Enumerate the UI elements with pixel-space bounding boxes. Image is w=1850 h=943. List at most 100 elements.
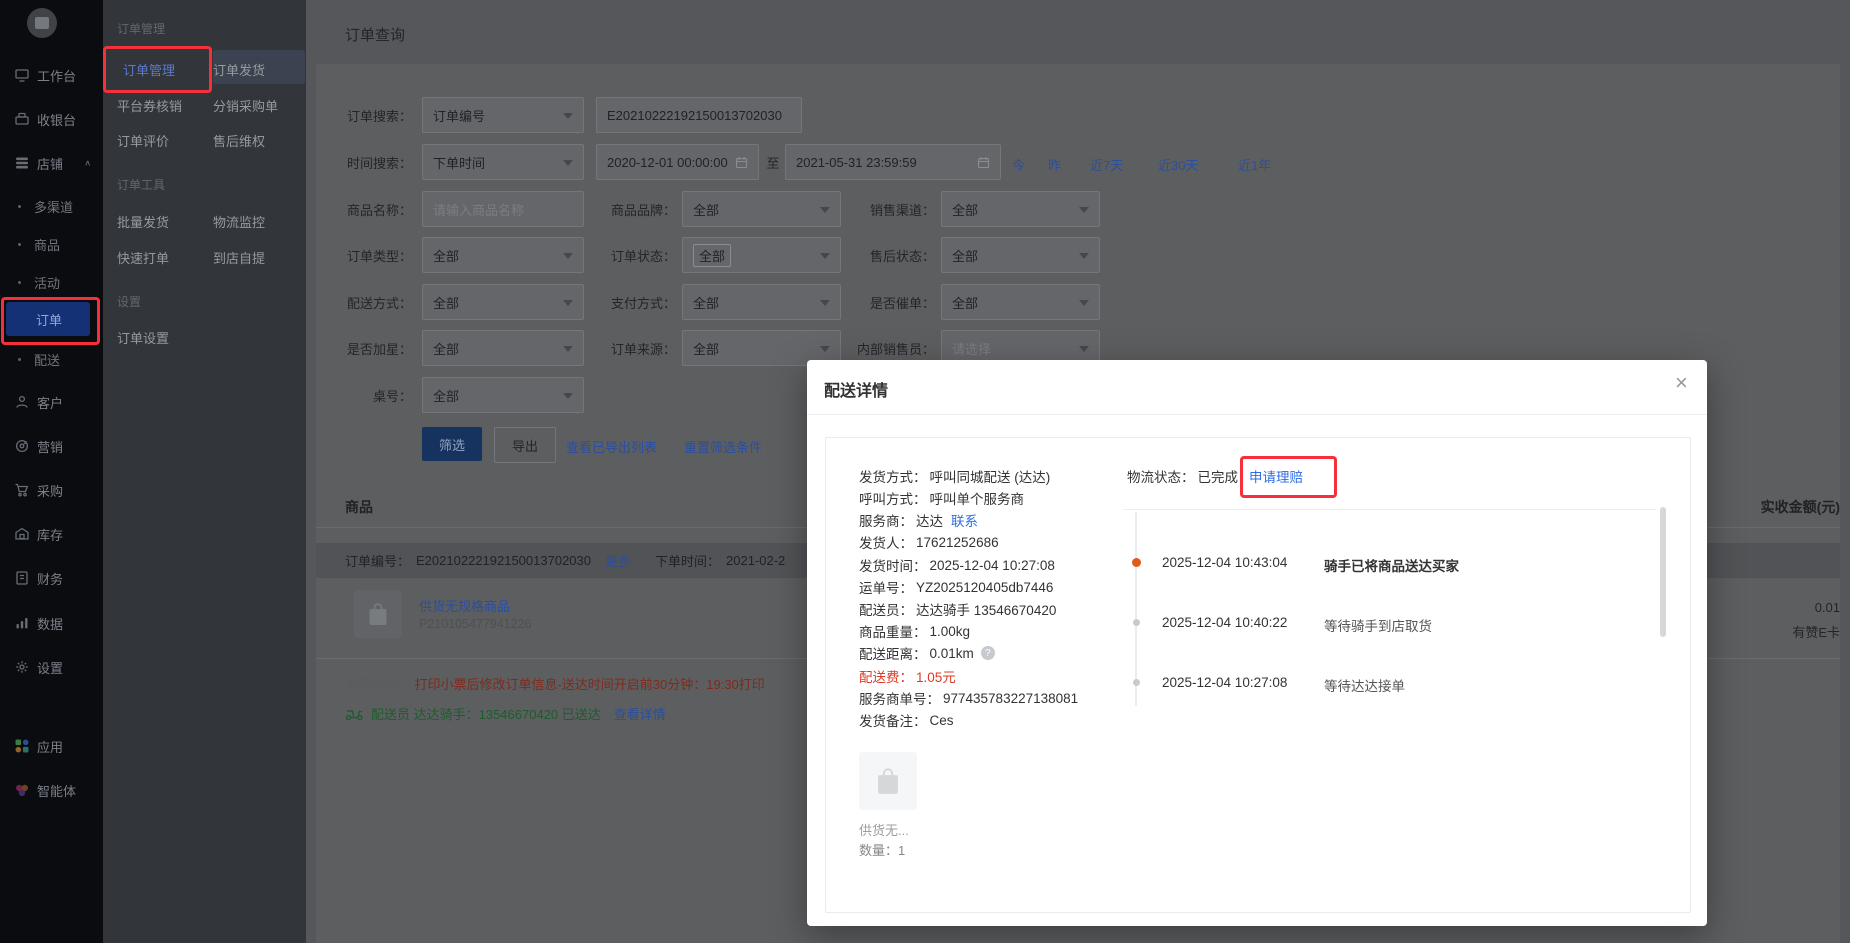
sidebar-item-customers[interactable]: 客户 — [0, 391, 103, 413]
chevron-down-icon — [1079, 253, 1089, 259]
sidebar-item-orders-active[interactable]: 订单 — [6, 302, 90, 336]
sidebar-item-marketing[interactable]: 营销 — [0, 435, 103, 457]
quick-range-7days[interactable]: 近7天 — [1090, 155, 1123, 174]
chevron-down-icon — [1079, 207, 1089, 213]
quick-range-1year[interactable]: 近1年 — [1238, 155, 1271, 174]
order-source-label: 订单来源： — [610, 342, 676, 357]
submenu-item-aftersale[interactable]: 售后维权 — [213, 131, 265, 150]
modal-title: 配送详情 — [824, 383, 889, 400]
sidebar-item-purchase[interactable]: 采购 — [0, 479, 103, 501]
product-name-link[interactable]: 供货无规格商品 — [419, 596, 510, 615]
date-to-input[interactable]: 2021-05-31 23:59:59 — [785, 144, 1001, 180]
sales-channel-select[interactable]: 全部 — [941, 191, 1100, 227]
order-search-type-select[interactable]: 订单编号 — [422, 97, 584, 133]
brand-label: 商品品牌： — [610, 203, 676, 218]
chevron-down-icon — [820, 207, 830, 213]
submenu-item-batch-ship[interactable]: 批量发货 — [117, 212, 169, 231]
claim-link[interactable]: 申请理赔 — [1249, 466, 1303, 486]
order-no-label: 订单编号： — [345, 554, 411, 569]
submenu-item-order-management[interactable]: 订单管理 — [123, 60, 175, 79]
date-from-input[interactable]: 2020-12-01 00:00:00 — [596, 144, 759, 180]
weight-field: 商品重量： 1.00kg — [859, 623, 971, 641]
order-number-input[interactable]: E20210222192150013702030 — [596, 97, 802, 133]
more-link[interactable]: 更多 — [605, 551, 631, 570]
export-button[interactable]: 导出 — [494, 427, 556, 463]
modal-product-thumbnail — [859, 752, 917, 810]
avatar-image — [35, 17, 49, 29]
order-pay-method: 有赞E卡 — [1792, 625, 1840, 640]
order-search-label: 订单搜索： — [346, 109, 412, 124]
submenu-item-order-review[interactable]: 订单评价 — [117, 131, 169, 150]
submenu-item-order-shipping[interactable]: 订单发货 — [213, 60, 265, 79]
table-no-select[interactable]: 全部 — [422, 377, 584, 413]
divider — [807, 414, 1707, 415]
submenu-item-order-settings[interactable]: 订单设置 — [117, 328, 169, 347]
cashier-icon — [14, 111, 30, 127]
star-select[interactable]: 全部 — [422, 330, 584, 366]
view-detail-link[interactable]: 查看详情 — [614, 704, 666, 723]
quick-range-30days[interactable]: 近30天 — [1158, 155, 1198, 174]
reset-filter-link[interactable]: 重置筛选条件 — [684, 437, 762, 456]
sidebar-item-cashier[interactable]: 收银台 — [0, 108, 103, 130]
app-window: 工作台 收银台 店铺 ∧ 多渠道 商品 活动 订单 配送 客户 营销 采购 库存… — [0, 0, 1850, 943]
sidebar-item-goods[interactable]: 商品 — [0, 233, 103, 255]
sidebar-item-finance[interactable]: 财务 — [0, 567, 103, 589]
waybill-no-field: 运单号： YZ2025120405db7446 — [859, 579, 1054, 597]
ship-time-field: 发货时间： 2025-12-04 10:27:08 — [859, 557, 1055, 575]
bag-icon — [878, 768, 898, 794]
delivery-method-select[interactable]: 全部 — [422, 284, 584, 320]
product-name-label: 商品名称： — [346, 203, 412, 218]
provider-field: 服务商： 达达 联系 — [859, 510, 978, 530]
bullet-icon — [18, 280, 21, 284]
sidebar-item-inventory[interactable]: 库存 — [0, 523, 103, 545]
timeline-text: 等待骑手到店取货 — [1324, 619, 1432, 634]
avatar[interactable] — [27, 8, 57, 38]
sidebar-item-multichannel[interactable]: 多渠道 — [0, 195, 103, 217]
shipper-field: 发货人： 17621252686 — [859, 534, 999, 552]
marketing-icon — [14, 438, 30, 454]
submenu-item-store-pickup[interactable]: 到店自提 — [213, 248, 265, 267]
pay-method-select[interactable]: 全部 — [682, 284, 841, 320]
filter-button[interactable]: 筛选 — [422, 427, 482, 461]
sidebar-item-apps[interactable]: 应用 — [0, 735, 103, 757]
view-exported-link[interactable]: 查看已导出列表 — [566, 437, 657, 456]
submenu-item-coupon-verify[interactable]: 平台券核销 — [117, 96, 182, 115]
order-type-select[interactable]: 全部 — [422, 237, 584, 273]
cart-icon — [14, 482, 30, 498]
calendar-icon — [735, 156, 748, 168]
product-code: P210105477941226 — [419, 617, 532, 631]
timeline-dot — [1133, 619, 1140, 626]
order-amount: 0.01 — [1814, 600, 1840, 615]
timeline-time: 2025-12-04 10:43:04 — [1162, 555, 1288, 570]
submenu-item-logistics-monitor[interactable]: 物流监控 — [213, 212, 265, 231]
product-name-input[interactable]: 请输入商品名称 — [422, 191, 584, 227]
modal-product-name: 供货无... — [859, 823, 909, 838]
submenu-section-title: 设置 — [117, 295, 142, 309]
sidebar-item-delivery[interactable]: 配送 — [0, 348, 103, 370]
sidebar-item-activity[interactable]: 活动 — [0, 271, 103, 293]
scooter-icon — [345, 710, 363, 721]
modal-scrollbar[interactable] — [1660, 507, 1666, 637]
quick-range-today[interactable]: 今 — [1012, 155, 1025, 174]
bullet-icon — [18, 357, 21, 361]
time-type-select[interactable]: 下单时间 — [422, 144, 584, 180]
chevron-down-icon — [563, 160, 573, 166]
timeline-time: 2025-12-04 10:40:22 — [1162, 615, 1288, 630]
order-status-select[interactable]: 全部 — [682, 237, 841, 273]
close-icon[interactable]: × — [1675, 372, 1688, 394]
urge-select[interactable]: 全部 — [941, 284, 1100, 320]
help-icon[interactable]: ? — [980, 646, 995, 660]
aftersale-status-select[interactable]: 全部 — [941, 237, 1100, 273]
provider-order-no-field: 服务商单号： 977435783227138081 — [859, 690, 1079, 708]
logistics-status-field: 物流状态： 已完成 申请理赔 — [1127, 466, 1303, 486]
submenu-item-distribution-purchase[interactable]: 分销采购单 — [213, 96, 278, 115]
sidebar-item-settings[interactable]: 设置 — [0, 656, 103, 678]
submenu-item-quick-print[interactable]: 快速打单 — [117, 248, 169, 267]
brand-select[interactable]: 全部 — [682, 191, 841, 227]
quick-range-yesterday[interactable]: 昨 — [1048, 155, 1061, 174]
sidebar-item-shop[interactable]: 店铺 ∧ — [0, 152, 103, 174]
contact-link[interactable]: 联系 — [951, 510, 978, 530]
sidebar-item-agent[interactable]: 智能体 — [0, 779, 103, 801]
sidebar-item-data[interactable]: 数据 — [0, 612, 103, 634]
sidebar-item-workbench[interactable]: 工作台 — [0, 64, 103, 86]
